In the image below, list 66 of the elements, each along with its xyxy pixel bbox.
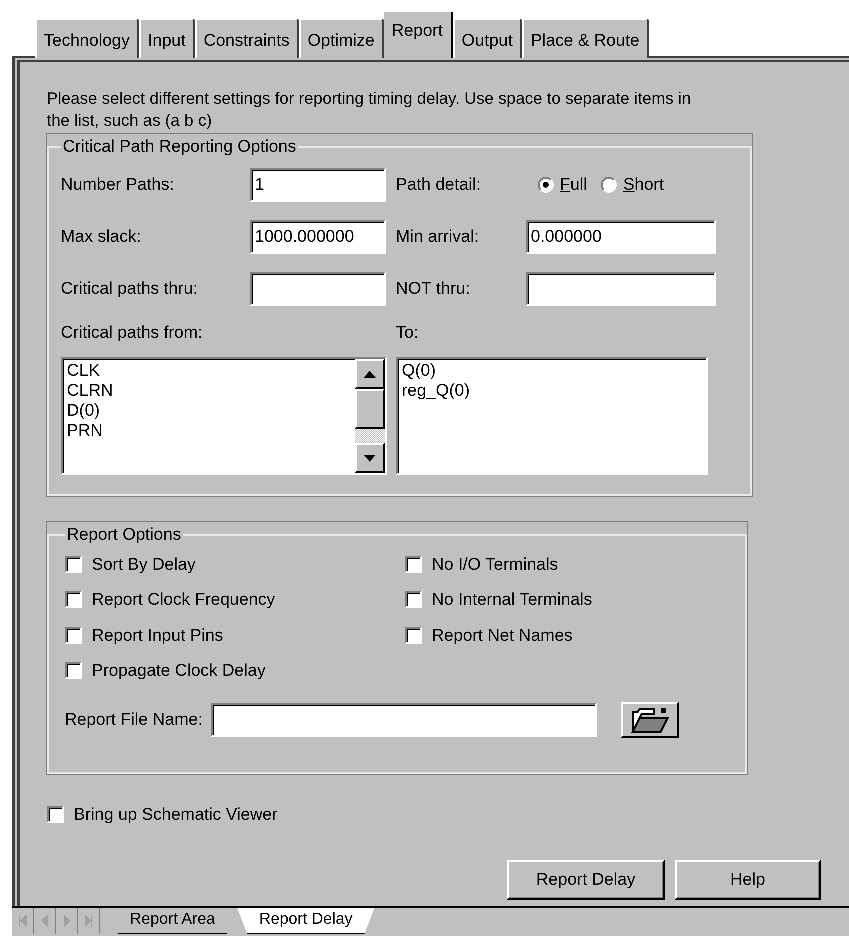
checkbox-label: Bring up Schematic Viewer (74, 804, 278, 826)
radio-label: Short (623, 174, 664, 196)
sheet-tab[interactable]: Report Delay (237, 908, 375, 934)
dialog-button[interactable]: Help (675, 860, 821, 900)
checkbox[interactable] (65, 626, 82, 644)
checkbox[interactable] (405, 556, 422, 573)
field-label: Number Paths: (61, 174, 176, 196)
nav-arrow-icon (42, 915, 48, 927)
tab[interactable]: Input (139, 18, 195, 58)
field-label: Critical paths thru: (61, 278, 199, 300)
tab[interactable]: Place & Route (522, 18, 649, 58)
checkbox-label: Sort By Delay (92, 554, 196, 576)
checkbox[interactable] (65, 591, 82, 608)
checkbox[interactable] (65, 662, 82, 680)
list-item[interactable]: Q(0) (402, 361, 706, 381)
checkbox-label: Report Input Pins (92, 624, 224, 646)
field-label: Report File Name: (65, 708, 203, 731)
input-field[interactable] (250, 272, 386, 306)
field-label: Critical paths from: (61, 322, 204, 344)
checkbox-label: Report Net Names (432, 624, 573, 646)
list-item[interactable]: PRN (67, 421, 355, 441)
folder-icon (630, 706, 670, 734)
checkbox-label: No Internal Terminals (432, 589, 592, 611)
up-arrow-icon (364, 370, 376, 378)
field-label: To: (395, 322, 420, 344)
tab[interactable]: Constraints (194, 18, 299, 58)
checkbox-label: Report Clock Frequency (92, 589, 276, 611)
tab[interactable]: Optimize (298, 18, 384, 58)
list-box[interactable]: Q(0) reg_Q(0) (396, 357, 708, 475)
scroll-thumb[interactable] (355, 389, 385, 429)
field-label: Min arrival: (395, 226, 480, 248)
tab[interactable]: Report (384, 12, 453, 58)
tab[interactable]: Technology (35, 18, 140, 58)
checkbox-label: Propagate Clock Delay (92, 660, 266, 682)
scroll-down-button[interactable] (355, 443, 385, 473)
scrollbar[interactable] (355, 359, 385, 473)
list-box[interactable]: CLK CLRN D(0) PRN (61, 357, 387, 475)
input-field[interactable]: 1000.000000 (250, 220, 386, 254)
checkbox[interactable] (405, 591, 422, 608)
list-item[interactable]: reg_Q(0) (402, 381, 706, 401)
dialog-button[interactable]: Report Delay (507, 860, 665, 900)
field-label: Path detail: (395, 174, 482, 196)
nav-arrow-icon (64, 915, 70, 927)
checkbox[interactable] (65, 556, 82, 573)
radio-label: Full (560, 174, 588, 196)
down-arrow-icon (364, 454, 376, 462)
group-title: Critical Path Reporting Options (62, 136, 298, 158)
field-label: NOT thru: (395, 278, 472, 300)
scroll-up-button[interactable] (355, 359, 385, 389)
list-item[interactable]: D(0) (67, 401, 355, 421)
browse-button[interactable] (620, 702, 679, 738)
input-field[interactable] (526, 272, 716, 306)
list-item[interactable]: CLRN (67, 381, 355, 401)
input-field[interactable]: 1 (250, 168, 386, 202)
group-title: Report Options (66, 524, 182, 546)
checkbox-label: No I/O Terminals (432, 554, 558, 576)
input-field[interactable] (210, 702, 597, 736)
checkbox[interactable] (405, 626, 422, 644)
checkbox[interactable] (47, 806, 64, 824)
nav-arrow-icon (18, 915, 26, 927)
tab[interactable]: Output (452, 18, 522, 58)
input-field[interactable]: 0.000000 (526, 220, 716, 254)
field-label: Max slack: (61, 226, 142, 248)
instructions-text: Please select different settings for reporting timing delay. Use space to separate items in the list, such as (a b c) (47, 89, 692, 132)
list-item[interactable]: CLK (67, 361, 355, 381)
nav-arrow-icon (84, 915, 92, 927)
